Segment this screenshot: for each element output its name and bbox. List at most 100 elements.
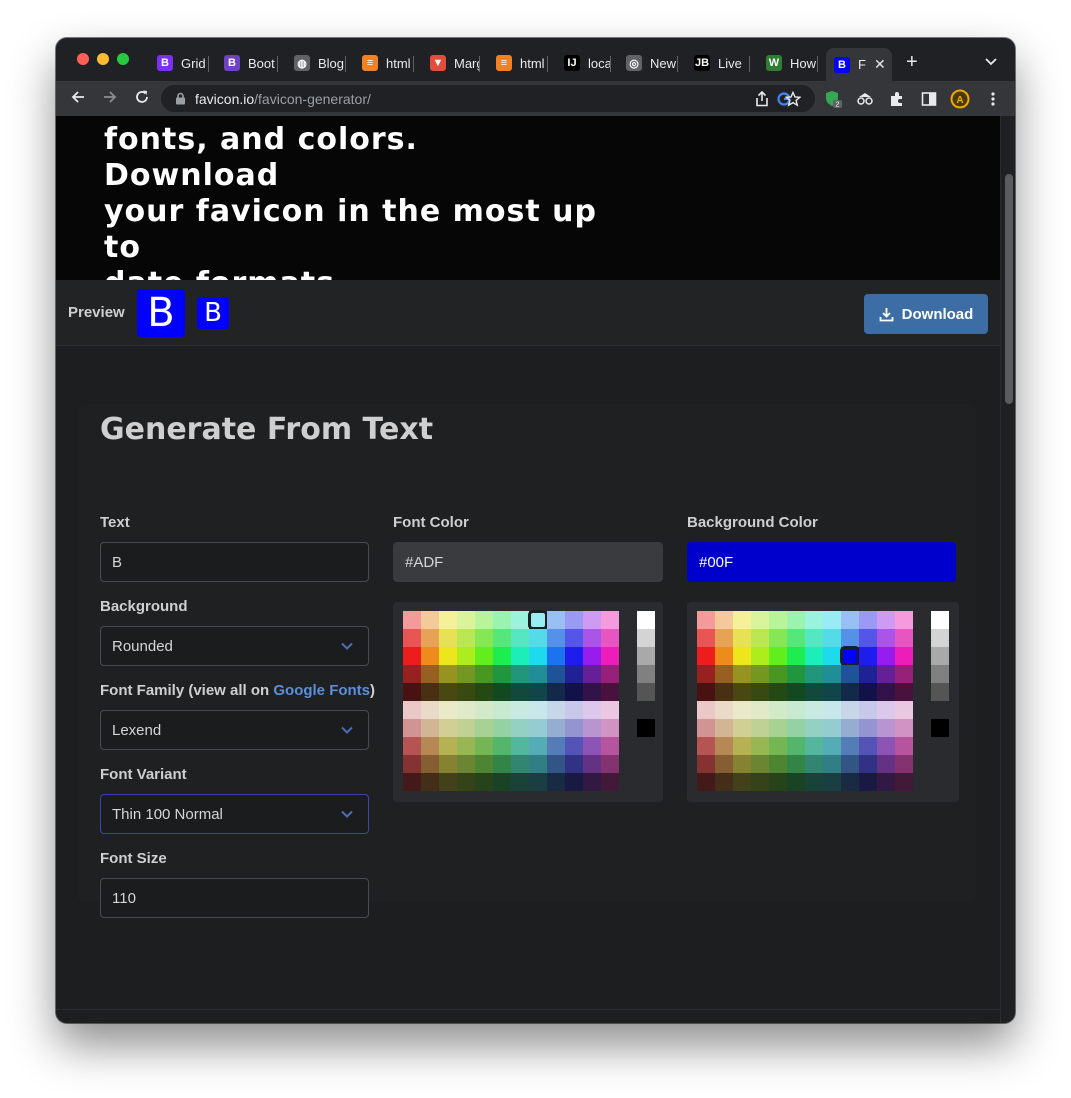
color-swatch[interactable] [697,701,715,719]
color-swatch[interactable] [787,611,805,629]
scrollbar-thumb[interactable] [1005,174,1013,404]
color-swatch[interactable] [895,665,913,683]
color-swatch[interactable] [439,701,457,719]
color-swatch[interactable] [475,773,493,791]
color-swatch[interactable] [733,647,751,665]
color-swatch[interactable] [421,647,439,665]
color-swatch[interactable] [547,665,565,683]
color-swatch[interactable] [895,773,913,791]
background-select[interactable]: Rounded [100,626,369,666]
color-swatch[interactable] [421,773,439,791]
color-swatch[interactable] [421,701,439,719]
color-swatch[interactable] [583,647,601,665]
color-swatch[interactable] [565,701,583,719]
color-swatch[interactable] [421,737,439,755]
color-swatch[interactable] [403,629,421,647]
color-swatch[interactable] [547,755,565,773]
color-swatch[interactable] [475,701,493,719]
color-swatch[interactable] [787,629,805,647]
color-swatch[interactable] [697,647,715,665]
color-swatch[interactable] [511,629,529,647]
color-swatch[interactable] [859,719,877,737]
color-swatch[interactable] [841,719,859,737]
color-swatch[interactable] [403,773,421,791]
color-swatch[interactable] [931,719,949,737]
color-swatch[interactable] [733,719,751,737]
color-swatch[interactable] [439,647,457,665]
tab-6[interactable]: IJ local [556,48,611,78]
color-swatch[interactable] [493,629,511,647]
color-swatch[interactable] [751,701,769,719]
color-swatch[interactable] [475,665,493,683]
color-swatch[interactable] [823,719,841,737]
color-swatch[interactable] [457,719,475,737]
color-swatch[interactable] [769,737,787,755]
color-swatch[interactable] [787,701,805,719]
color-swatch[interactable] [877,647,895,665]
puzzle-extensions-icon[interactable] [887,89,907,109]
color-swatch[interactable] [895,737,913,755]
color-swatch[interactable] [457,737,475,755]
color-swatch[interactable] [583,755,601,773]
bookmark-star-icon[interactable] [783,89,803,109]
color-swatch[interactable] [457,665,475,683]
tab-8[interactable]: JB Live [686,48,750,78]
color-swatch[interactable] [493,665,511,683]
color-swatch[interactable] [511,737,529,755]
color-swatch[interactable] [715,665,733,683]
color-swatch[interactable] [751,665,769,683]
color-swatch[interactable] [751,737,769,755]
color-swatch[interactable] [493,719,511,737]
color-swatch[interactable] [529,629,547,647]
color-swatch[interactable] [565,737,583,755]
color-swatch[interactable] [529,701,547,719]
color-swatch[interactable] [637,719,655,737]
color-swatch[interactable] [697,629,715,647]
color-swatch[interactable] [565,629,583,647]
grey-swatch[interactable] [931,611,949,629]
grey-swatch[interactable] [931,629,949,647]
color-swatch[interactable] [439,629,457,647]
color-swatch[interactable] [493,701,511,719]
reload-icon[interactable] [134,89,150,110]
color-swatch[interactable] [840,646,860,666]
color-swatch[interactable] [547,719,565,737]
color-swatch[interactable] [715,719,733,737]
close-tab-icon[interactable]: ✕ [874,56,886,73]
color-swatch[interactable] [877,611,895,629]
color-swatch[interactable] [733,629,751,647]
color-swatch[interactable] [895,755,913,773]
color-swatch[interactable] [823,683,841,701]
color-swatch[interactable] [547,737,565,755]
color-swatch[interactable] [475,683,493,701]
color-swatch[interactable] [715,773,733,791]
tab-9[interactable]: W How [758,48,818,78]
color-swatch[interactable] [457,755,475,773]
color-swatch[interactable] [601,737,619,755]
color-swatch[interactable] [601,647,619,665]
color-swatch[interactable] [787,755,805,773]
color-swatch[interactable] [403,611,421,629]
color-swatch[interactable] [769,683,787,701]
color-swatch[interactable] [841,737,859,755]
color-swatch[interactable] [439,683,457,701]
color-swatch[interactable] [733,737,751,755]
font-size-input[interactable]: 110 [100,878,369,918]
grey-swatch[interactable] [637,611,655,629]
color-swatch[interactable] [457,647,475,665]
color-swatch[interactable] [823,665,841,683]
color-swatch[interactable] [733,701,751,719]
maximize-window-button[interactable] [117,53,129,65]
color-swatch[interactable] [697,773,715,791]
color-swatch[interactable] [787,773,805,791]
color-swatch[interactable] [439,773,457,791]
color-swatch[interactable] [529,665,547,683]
color-swatch[interactable] [529,719,547,737]
color-swatch[interactable] [823,755,841,773]
color-swatch[interactable] [877,629,895,647]
color-swatch[interactable] [769,773,787,791]
color-swatch[interactable] [475,719,493,737]
color-swatch[interactable] [511,665,529,683]
color-swatch[interactable] [859,737,877,755]
color-swatch[interactable] [528,610,548,630]
